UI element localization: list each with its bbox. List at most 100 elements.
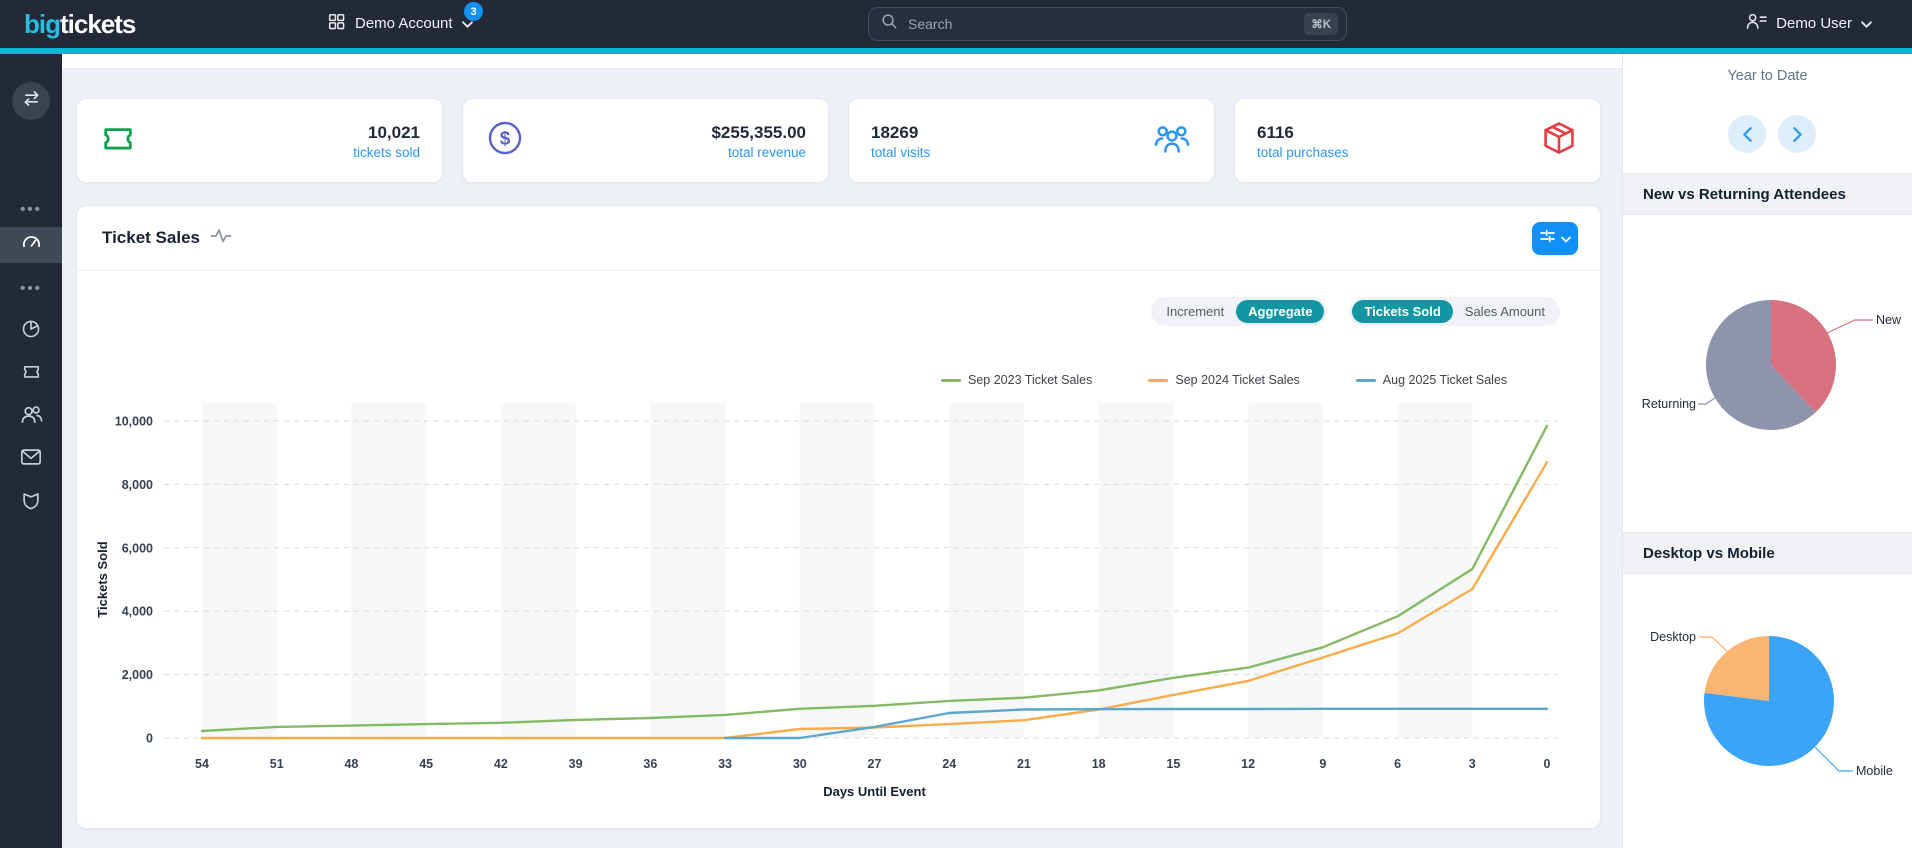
desktop-vs-mobile-pie-chart: Desktop Mobile [1650,630,1893,778]
svg-text:9: 9 [1319,757,1326,771]
mail-icon [20,448,42,471]
ticket-icon [99,119,137,162]
notification-badge[interactable]: 3 [464,2,483,21]
svg-text:36: 36 [643,757,657,771]
sidebar-item-more-top[interactable]: ••• [0,191,62,227]
stat-value: 6116 [1257,122,1294,142]
sidebar-item-dashboard[interactable] [0,227,62,263]
ticket-icon [20,360,43,388]
stat-card-total-purchases: 6116 total purchases [1234,98,1601,183]
search-input[interactable] [908,16,1305,32]
sidebar-item-messages[interactable] [0,441,62,477]
legend-item-aug-2025[interactable]: Aug 2025 Ticket Sales [1355,373,1507,387]
next-period-button[interactable] [1778,115,1816,153]
svg-text:27: 27 [868,757,882,771]
logo-big: big [24,9,61,39]
section-header-attendees: New vs Returning Attendees [1623,173,1912,215]
stat-value: 10,021 [368,122,420,142]
svg-text:15: 15 [1166,757,1180,771]
svg-text:Returning: Returning [1642,397,1696,411]
app-logo[interactable]: bigtickets [24,9,136,40]
svg-text:33: 33 [718,757,732,771]
sidebar-item-security[interactable] [0,484,62,520]
svg-text:Mobile: Mobile [1856,764,1893,778]
search-shortcut-badge: ⌘K [1304,13,1338,35]
ellipsis-icon: ••• [20,200,42,218]
swap-horizontal-icon [22,89,41,113]
svg-text:Tickets Sold: Tickets Sold [95,541,110,617]
stat-value: $255,355.00 [711,122,806,142]
svg-text:0: 0 [1544,757,1551,771]
shield-icon [20,489,42,516]
dashboard-gauge-icon [20,231,43,259]
svg-text:Desktop: Desktop [1650,630,1696,644]
logo-tickets: tickets [60,9,136,39]
svg-text:39: 39 [569,757,583,771]
svg-text:45: 45 [419,757,433,771]
svg-text:3: 3 [1469,757,1476,771]
legend-item-sep-2024[interactable]: Sep 2024 Ticket Sales [1148,373,1300,387]
toggle-aggregate[interactable]: Aggregate [1236,300,1325,323]
package-icon [1540,119,1578,162]
section-header-devices: Desktop vs Mobile [1623,532,1912,574]
dollar-circle-icon: $ [485,118,525,163]
users-icon [20,403,43,430]
svg-text:6: 6 [1394,757,1401,771]
toggle-tickets-sold[interactable]: Tickets Sold [1352,300,1453,323]
pie-chart-icon [20,318,42,345]
global-search: ⌘K [868,7,1347,41]
sidebar-item-tickets[interactable] [0,356,62,392]
user-name: Demo User [1776,14,1852,32]
user-list-icon [1746,12,1767,34]
stat-card-tickets-sold: 10,021 tickets sold [76,98,443,183]
svg-text:24: 24 [942,757,956,771]
svg-text:42: 42 [494,757,508,771]
period-label: Year to Date [1727,68,1808,84]
svg-text:21: 21 [1017,757,1031,771]
svg-text:10,000: 10,000 [115,415,153,429]
svg-text:2,000: 2,000 [122,668,153,682]
sub-header-strip [62,54,1622,69]
svg-text:30: 30 [793,757,807,771]
svg-text:4,000: 4,000 [122,605,153,619]
sidebar-item-more-middle[interactable]: ••• [0,270,62,306]
top-navigation-bar: bigtickets Demo Account 3 ⌘K Demo User [0,0,1912,48]
ticket-sales-panel: Ticket Sales 0 2,000 4,000 6,000 8,000 10,000… [76,205,1601,829]
toggle-sales-amount[interactable]: Sales Amount [1453,300,1557,323]
svg-text:$: $ [500,129,511,150]
metric-toggle-group: Tickets Sold Sales Amount [1349,297,1560,326]
main-content: 10,021 tickets sold $ $255,355.00 total … [62,54,1622,848]
legend-swatch [1355,378,1376,382]
svg-text:51: 51 [270,757,284,771]
collapse-sidebar-button[interactable] [12,82,50,120]
svg-text:Days Until Event: Days Until Event [823,784,926,799]
stat-label: total revenue [727,145,806,161]
svg-text:48: 48 [344,757,358,771]
legend-swatch [941,378,961,382]
grid-icon [327,12,346,35]
svg-text:0: 0 [146,732,153,746]
svg-text:18: 18 [1092,757,1106,771]
left-sidebar: ••• ••• [0,54,62,848]
sidebar-item-reports[interactable] [0,313,62,349]
chart-legend: Sep 2023 Ticket Sales Sep 2024 Ticket Sa… [941,373,1507,387]
search-icon [881,13,898,35]
previous-period-button[interactable] [1728,115,1766,153]
users-group-icon [1152,121,1192,160]
stat-value: 18269 [871,122,919,142]
svg-text:54: 54 [195,757,209,771]
stat-cards-row: 10,021 tickets sold $ $255,355.00 total … [76,98,1601,183]
sidebar-item-attendees[interactable] [0,398,62,434]
mode-toggle-group: Increment Aggregate [1151,297,1328,326]
stat-card-total-revenue: $ $255,355.00 total revenue [462,98,829,183]
account-switcher[interactable]: Demo Account [327,12,473,35]
stat-card-total-visits: 18269 total visits [848,98,1215,183]
svg-text:12: 12 [1241,757,1255,771]
ellipsis-icon: ••• [20,279,42,297]
svg-text:6,000: 6,000 [122,541,153,555]
svg-text:New: New [1876,313,1902,327]
stat-label: total purchases [1257,145,1349,161]
toggle-increment[interactable]: Increment [1154,300,1236,323]
user-menu[interactable]: Demo User [1746,12,1872,34]
legend-item-sep-2023[interactable]: Sep 2023 Ticket Sales [941,373,1092,387]
